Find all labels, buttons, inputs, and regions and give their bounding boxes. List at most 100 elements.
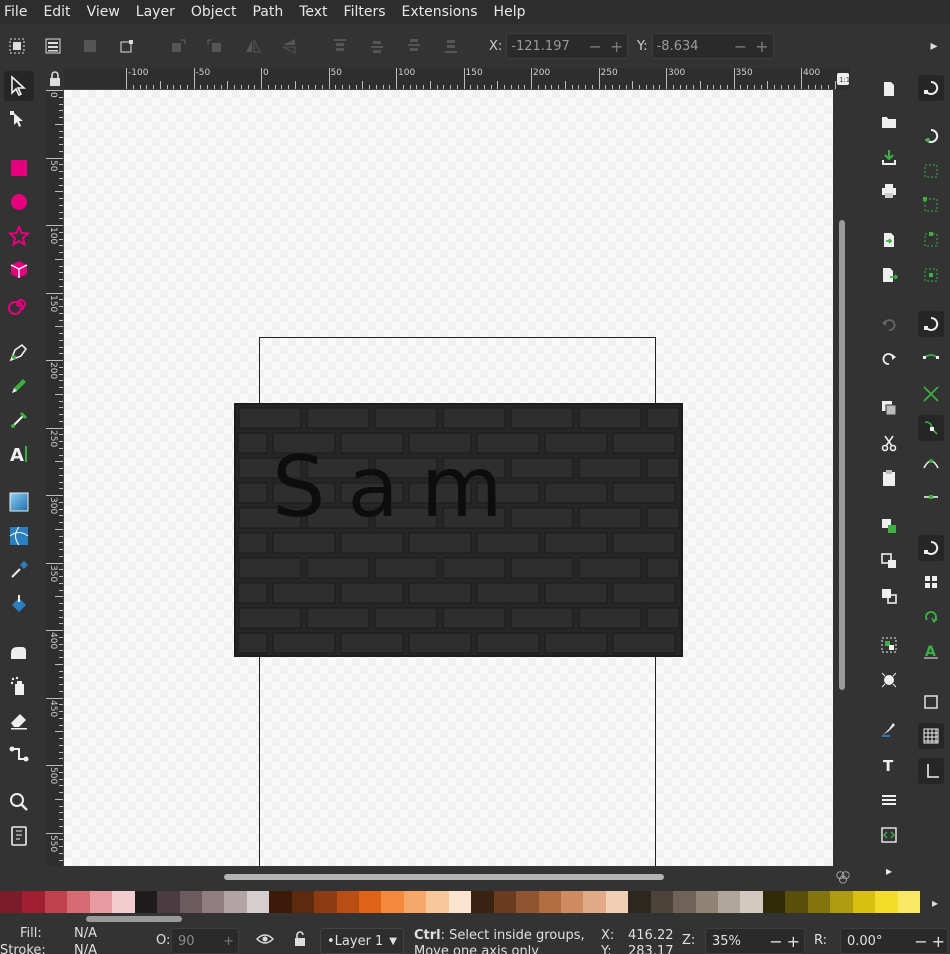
palette-swatch[interactable]	[673, 891, 696, 913]
rectangle-tool-icon[interactable]	[4, 153, 34, 183]
lock-guides-icon[interactable]	[48, 71, 62, 87]
rotation-input[interactable]: 0.00° − +	[840, 928, 948, 954]
lower-to-bottom-icon[interactable]	[441, 36, 461, 56]
palette-swatch[interactable]	[246, 891, 270, 913]
palette-swatch[interactable]	[314, 891, 337, 913]
vertical-scrollbar[interactable]	[836, 90, 850, 866]
selector-tool-icon[interactable]	[4, 71, 34, 101]
palette-swatch[interactable]	[224, 891, 247, 913]
palette-swatch[interactable]	[67, 891, 90, 913]
layer-dropdown[interactable]: •Layer 1 ▼	[320, 928, 404, 954]
menu-extensions[interactable]: Extensions	[402, 4, 478, 20]
palette-swatch[interactable]	[0, 891, 23, 913]
snap-object-center-icon[interactable]	[918, 569, 944, 595]
palette-swatch[interactable]	[89, 891, 113, 913]
export-icon[interactable]	[878, 264, 900, 286]
menu-edit[interactable]: Edit	[43, 4, 70, 20]
brick-rectangle[interactable]: Sam	[234, 403, 683, 657]
text-tool-icon[interactable]: A	[4, 439, 34, 469]
snap-midpoints-icon[interactable]	[918, 484, 944, 510]
star-tool-icon[interactable]	[4, 221, 34, 251]
palette-swatch[interactable]	[538, 891, 561, 913]
flip-horizontal-icon[interactable]	[243, 36, 263, 56]
snap-paths-icon[interactable]	[918, 346, 944, 372]
rotate-cw-icon[interactable]	[205, 36, 225, 56]
snap-intersection-icon[interactable]	[918, 381, 944, 407]
palette-swatch[interactable]	[785, 891, 808, 913]
tweak-tool-icon[interactable]	[4, 637, 34, 667]
horizontal-ruler[interactable]: -100 -50 0 50 100 150 200 250 300 350 400	[64, 68, 836, 90]
palette-swatch[interactable]	[448, 891, 472, 913]
x-input[interactable]: -121.197 − +	[506, 33, 629, 59]
palette-swatch[interactable]	[157, 891, 180, 913]
snap-smooth-nodes-icon[interactable]	[918, 450, 944, 476]
palette-swatch[interactable]	[269, 891, 292, 913]
menu-view[interactable]: View	[87, 4, 120, 20]
pen-tool-icon[interactable]	[4, 337, 34, 367]
snap-rotation-center-icon[interactable]	[918, 604, 944, 630]
palette-swatch[interactable]	[112, 891, 135, 913]
menu-text[interactable]: Text	[299, 4, 327, 20]
duplicate-icon[interactable]	[878, 515, 900, 537]
connector-tool-icon[interactable]	[4, 739, 34, 769]
rotate-decrement[interactable]: −	[914, 932, 927, 951]
opacity-increment[interactable]: +	[223, 934, 234, 949]
canvas-text-sam[interactable]: Sam	[272, 445, 525, 529]
snap-toggle-icon[interactable]	[918, 75, 944, 101]
palette-swatch[interactable]	[381, 891, 404, 913]
node-tool-icon[interactable]	[4, 105, 34, 135]
eye-icon[interactable]	[256, 931, 274, 951]
snap-bbox-midpoint-icon[interactable]	[918, 227, 944, 253]
palette-swatch[interactable]	[830, 891, 853, 913]
ungroup-icon[interactable]	[878, 669, 900, 691]
zoom-in-button[interactable]: +	[787, 932, 800, 951]
palette-swatch[interactable]	[740, 891, 763, 913]
palette-swatch[interactable]	[493, 891, 517, 913]
menu-filters[interactable]: Filters	[344, 4, 386, 20]
paste-icon[interactable]	[878, 467, 900, 489]
dropper-tool-icon[interactable]	[4, 555, 34, 585]
horizontal-scrollbar[interactable]	[64, 866, 836, 888]
snap-others-icon[interactable]	[918, 535, 944, 561]
spray-tool-icon[interactable]	[4, 671, 34, 701]
palette-swatch[interactable]	[44, 891, 68, 913]
3d-box-tool-icon[interactable]	[4, 255, 34, 285]
snap-text-baseline-icon[interactable]: A	[918, 638, 944, 664]
snap-cusp-nodes-icon[interactable]	[918, 415, 944, 441]
xml-editor-icon[interactable]	[878, 824, 900, 846]
pencil-tool-icon[interactable]	[4, 371, 34, 401]
snap-guide-icon[interactable]	[918, 758, 944, 784]
y-increment[interactable]: +	[755, 37, 768, 56]
undo-icon[interactable]	[878, 313, 900, 335]
palette-scrollbar-thumb[interactable]	[86, 916, 182, 922]
rotate-ccw-icon[interactable]	[168, 36, 188, 56]
lock-layer-icon[interactable]	[293, 931, 307, 951]
palette-swatch[interactable]	[628, 891, 651, 913]
ellipse-tool-icon[interactable]	[4, 187, 34, 217]
snap-page-border-icon[interactable]	[918, 689, 944, 715]
snap-bbox-center-icon[interactable]	[918, 262, 944, 288]
raise-to-top-icon[interactable]	[330, 36, 350, 56]
canvas[interactable]: Sam	[64, 90, 833, 866]
menu-file[interactable]: File	[4, 4, 27, 20]
color-mode-icon[interactable]	[834, 866, 852, 888]
palette-swatch[interactable]	[471, 891, 494, 913]
zoom-out-button[interactable]: −	[769, 932, 782, 951]
vertical-ruler[interactable]: 0 50 100 150 200 250 300 350 400 450 500 550	[46, 90, 64, 866]
copy-icon[interactable]	[878, 397, 900, 419]
import-icon[interactable]	[878, 229, 900, 251]
palette-swatch[interactable]	[807, 891, 831, 913]
palette-swatch[interactable]	[695, 891, 718, 913]
clone-icon[interactable]	[878, 550, 900, 572]
snap-nodes-icon[interactable]	[918, 311, 944, 337]
text-font-icon[interactable]: T	[878, 754, 900, 776]
group-icon[interactable]	[878, 634, 900, 656]
palette-swatch[interactable]	[134, 891, 158, 913]
layers-icon[interactable]	[878, 789, 900, 811]
opacity-input[interactable]: 90 +	[171, 928, 239, 954]
zoom-input[interactable]: 35% − +	[705, 928, 805, 954]
paint-bucket-tool-icon[interactable]	[4, 589, 34, 619]
snap-bbox-icon[interactable]	[918, 123, 944, 149]
palette-swatch[interactable]	[852, 891, 876, 913]
palette-swatch[interactable]	[516, 891, 539, 913]
